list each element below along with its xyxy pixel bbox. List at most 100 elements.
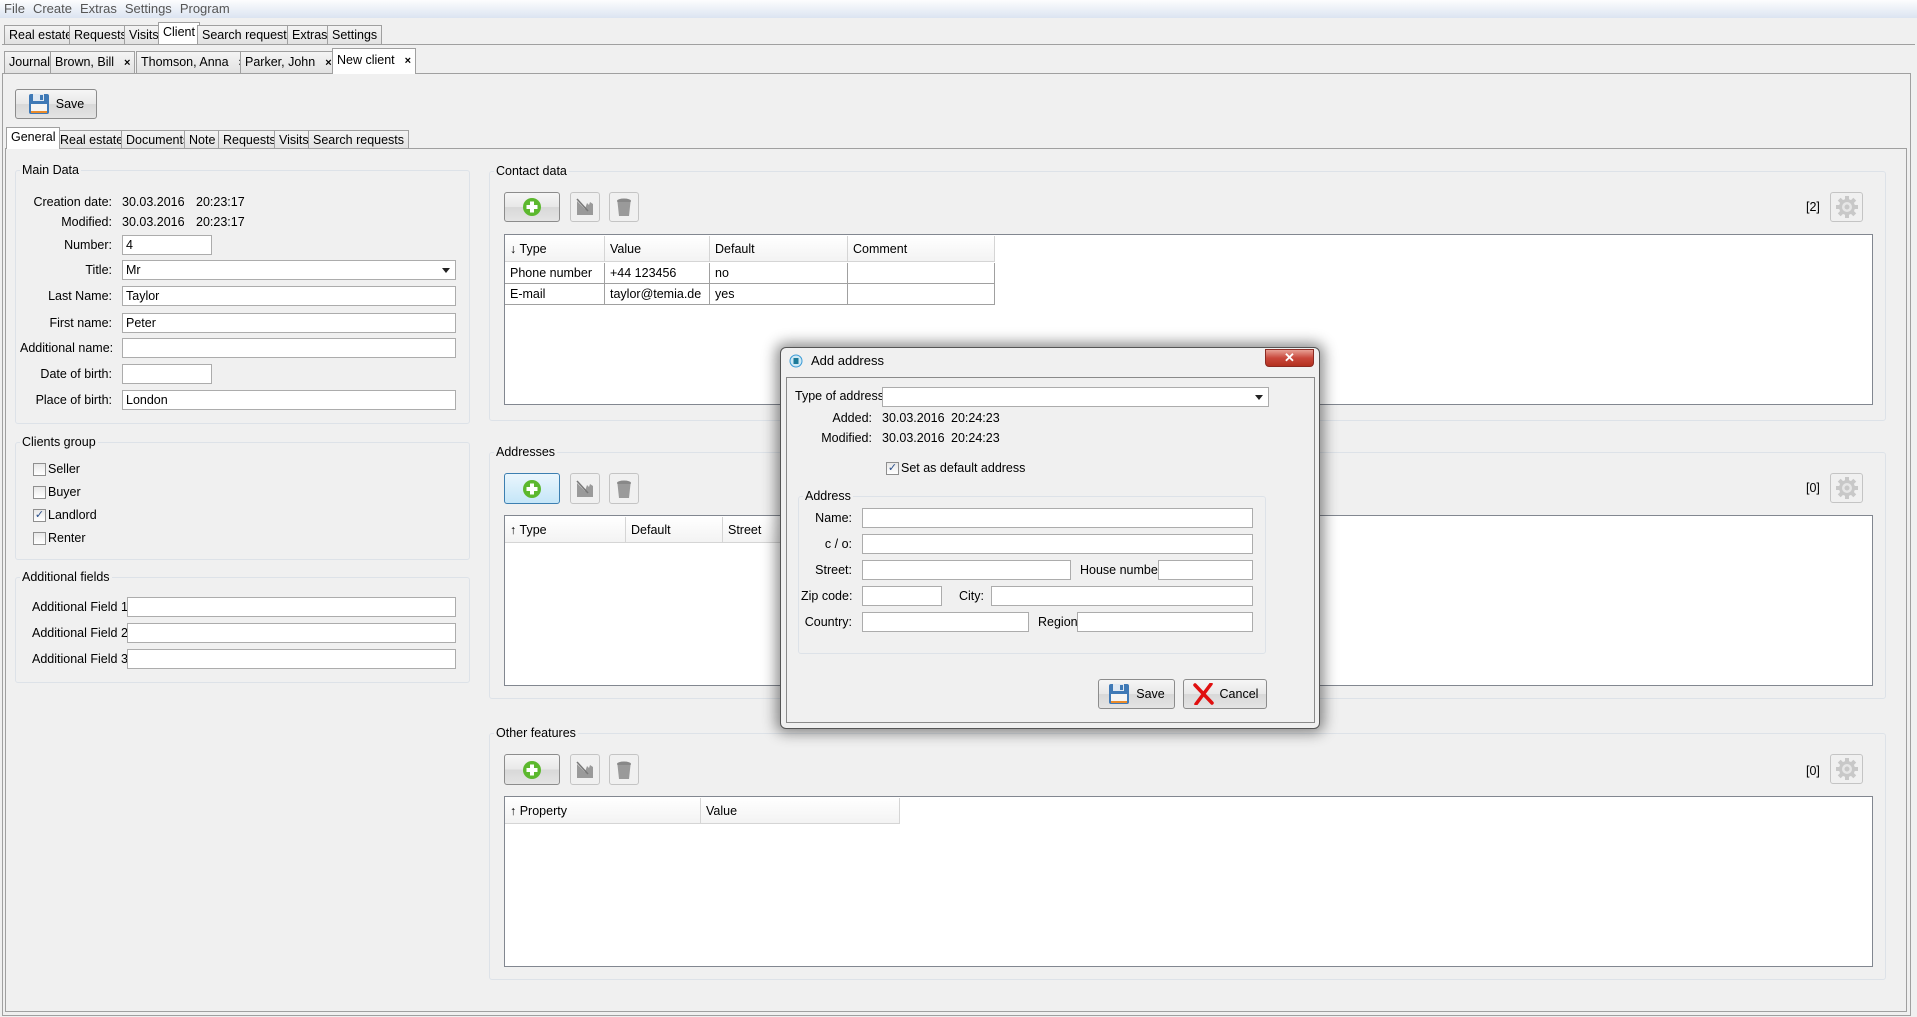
additional-field-2-input[interactable]	[127, 623, 456, 643]
gear-icon	[1835, 477, 1858, 499]
menu-bar: File Create Extras Settings Program	[0, 0, 1917, 18]
tab-requests[interactable]: Requests	[69, 25, 132, 44]
dialog-cancel-button[interactable]: Cancel	[1183, 679, 1267, 709]
save-button[interactable]: Save	[15, 89, 97, 119]
name-label: Name:	[815, 511, 852, 525]
edit-feature-button[interactable]	[570, 754, 600, 785]
additional-name-input[interactable]	[122, 338, 456, 358]
column-header-value[interactable]: Value	[605, 236, 710, 262]
edit-contact-button[interactable]	[570, 192, 600, 222]
delete-feature-button[interactable]	[609, 754, 639, 785]
address-count: [0]	[1806, 481, 1820, 495]
pob-input[interactable]: London	[122, 390, 456, 410]
tab-journal[interactable]: Journal	[4, 51, 55, 73]
cancel-x-icon	[1192, 683, 1214, 705]
tab-search-requests[interactable]: Search requests	[197, 25, 299, 44]
column-header-comment[interactable]: Comment	[848, 236, 995, 262]
column-header-default[interactable]: Default	[626, 517, 723, 543]
tab-thomson-anna[interactable]: Thomson, Anna×	[136, 51, 250, 73]
tab-client[interactable]: Client	[158, 22, 200, 44]
contact-settings-button[interactable]	[1830, 192, 1863, 222]
co-input[interactable]	[862, 534, 1253, 554]
add-contact-button[interactable]	[504, 192, 560, 222]
column-header-value[interactable]: Value	[701, 798, 900, 824]
tab-parker-john[interactable]: Parker, John ×	[240, 51, 337, 73]
number-input[interactable]: 4	[122, 235, 212, 255]
city-input[interactable]	[991, 586, 1253, 606]
features-table: ↑ Property Value	[504, 796, 1873, 967]
subtab-note[interactable]: Note	[184, 130, 221, 149]
menu-extras[interactable]: Extras	[80, 1, 117, 16]
add-address-button[interactable]	[504, 473, 560, 504]
add-feature-button[interactable]	[504, 754, 560, 785]
feature-settings-button[interactable]	[1830, 754, 1863, 784]
cell-comment	[848, 263, 995, 284]
edit-address-button[interactable]	[570, 473, 600, 504]
menu-program[interactable]: Program	[180, 1, 230, 16]
group-title: Contact data	[494, 164, 569, 178]
subtab-search-requests[interactable]: Search requests	[308, 130, 410, 149]
default-address-checkbox[interactable]: ✓	[886, 462, 899, 475]
modified-date-value: 30.03.2016	[122, 215, 185, 229]
delete-address-button[interactable]	[609, 473, 639, 504]
close-icon[interactable]: ×	[405, 55, 411, 67]
close-button[interactable]: ✕	[1265, 349, 1314, 367]
cell-type: E-mail	[505, 284, 605, 305]
dialog-title: Add address	[811, 353, 884, 368]
menu-create[interactable]: Create	[33, 1, 72, 16]
dialog-save-button[interactable]: Save	[1098, 679, 1175, 709]
creation-date-value: 30.03.2016	[122, 195, 185, 209]
group-title: Other features	[494, 726, 578, 740]
seller-label: Seller	[48, 462, 80, 476]
seller-checkbox[interactable]	[33, 463, 46, 476]
additional-field-3-input[interactable]	[127, 649, 456, 669]
tab-brown-bill[interactable]: Brown, Bill ×	[50, 51, 136, 73]
modified-label: Modified:	[821, 431, 872, 445]
column-header-type[interactable]: ↓ Type	[505, 236, 605, 262]
close-icon[interactable]: ×	[325, 57, 331, 69]
city-label: City:	[959, 589, 984, 603]
menu-settings[interactable]: Settings	[125, 1, 172, 16]
tab-extras[interactable]: Extras	[287, 25, 333, 44]
trash-icon	[617, 761, 631, 779]
country-input[interactable]	[862, 612, 1029, 632]
zip-code-input[interactable]	[862, 586, 942, 606]
floppy-icon	[28, 94, 49, 114]
floppy-icon	[1109, 684, 1130, 704]
additional-field-1-input[interactable]	[127, 597, 456, 617]
tab-label: Brown, Bill	[55, 55, 115, 69]
renter-checkbox[interactable]	[33, 532, 46, 545]
subtab-requests[interactable]: Requests	[218, 130, 281, 149]
renter-label: Renter	[48, 531, 86, 545]
landlord-checkbox[interactable]: ✓	[33, 509, 46, 522]
delete-contact-button[interactable]	[609, 192, 639, 222]
column-header-type[interactable]: ↑ Type	[505, 517, 626, 543]
tab-real-estate[interactable]: Real estate	[4, 25, 78, 44]
street-input[interactable]	[862, 560, 1071, 580]
column-header-default[interactable]: Default	[710, 236, 848, 262]
first-name-input[interactable]: Peter	[122, 313, 456, 333]
tab-settings[interactable]: Settings	[327, 25, 383, 44]
close-icon[interactable]: ×	[124, 57, 130, 69]
name-input[interactable]	[862, 508, 1253, 528]
title-select[interactable]: Mr	[122, 260, 456, 280]
type-of-address-select[interactable]	[882, 387, 1269, 407]
trash-icon	[617, 480, 631, 498]
dob-input[interactable]	[122, 364, 212, 384]
additional-field-3-label: Additional Field 3:	[32, 652, 132, 666]
menu-file[interactable]: File	[4, 1, 25, 16]
house-number-input[interactable]	[1158, 560, 1253, 580]
subtab-real-estate[interactable]: Real estate	[55, 130, 129, 149]
column-header-property[interactable]: ↑ Property	[505, 798, 701, 824]
edit-icon	[576, 479, 593, 497]
subtab-general[interactable]: General	[6, 127, 61, 149]
tab-new-client[interactable]: New client ×	[332, 48, 417, 74]
additional-field-1-label: Additional Field 1:	[32, 600, 132, 614]
last-name-input[interactable]: Taylor	[122, 286, 456, 306]
chevron-down-icon	[1255, 395, 1263, 400]
region-input[interactable]	[1077, 612, 1253, 632]
modified-time: 20:24:23	[951, 431, 1000, 445]
edit-icon	[576, 760, 593, 778]
address-settings-button[interactable]	[1830, 473, 1863, 503]
buyer-checkbox[interactable]	[33, 486, 46, 499]
